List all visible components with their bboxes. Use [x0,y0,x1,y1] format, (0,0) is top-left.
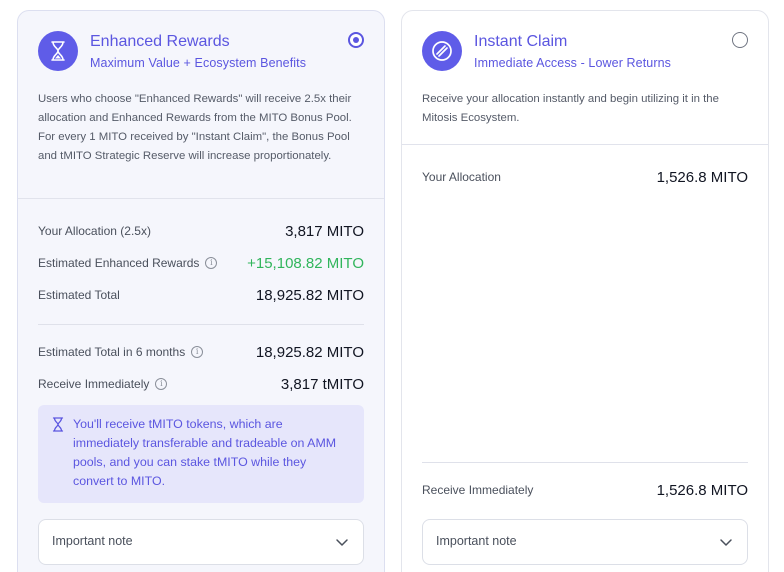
card-description: Receive your allocation instantly and be… [422,93,719,124]
info-icon[interactable]: i [205,257,218,269]
instant-claim-card[interactable]: Instant Claim Immediate Access - Lower R… [401,10,769,572]
row-value: 3,817 MITO [285,222,364,240]
chevron-down-icon [719,535,733,554]
hourglass-icon [52,417,64,437]
important-note-dropdown[interactable]: Important note [422,519,748,565]
enhanced-rewards-radio[interactable] [348,32,364,48]
divider [18,198,384,199]
enhanced-rewards-card[interactable]: Enhanced Rewards Maximum Value + Ecosyst… [17,10,385,572]
card-subtitle: Maximum Value + Ecosystem Benefits [90,56,307,70]
info-icon[interactable]: i [155,378,168,390]
chevron-down-icon [335,535,349,554]
card-title: Instant Claim [474,33,568,50]
estimated-total-row: Estimated Total 18,925.82 MITO [38,285,364,305]
allocation-row: Your Allocation 1,526.8 MITO [422,167,748,187]
divider [38,324,364,325]
card-subtitle: Immediate Access - Lower Returns [474,56,672,70]
row-value: +15,108.82 MITO [247,254,364,272]
row-value: 1,526.8 MITO [656,481,748,499]
receive-immediately-row: Receive Immediately 1,526.8 MITO [422,480,748,500]
row-label: Estimated Total in 6 months [38,345,186,359]
instant-claim-icon [422,31,462,71]
row-label: Estimated Total [38,288,120,302]
allocation-row: Your Allocation (2.5x) 3,817 MITO [38,221,364,241]
row-label: Receive Immediately [38,377,150,391]
row-label: Estimated Enhanced Rewards [38,256,200,270]
info-icon[interactable]: i [191,346,204,358]
hourglass-icon [38,31,78,71]
divider [422,462,748,463]
row-value: 18,925.82 MITO [255,343,364,361]
important-note-dropdown[interactable]: Important note [38,519,364,565]
tmito-notice: You'll receive tMITO tokens, which are i… [38,405,364,503]
row-label: Your Allocation (2.5x) [38,224,151,238]
row-value: 18,925.82 MITO [255,286,364,304]
estimated-total-6-months-row: Estimated Total in 6 months i 18,925.82 … [38,342,364,362]
notice-text: You'll receive tMITO tokens, which are i… [73,417,337,488]
dropdown-label: Important note [52,534,133,548]
row-value: 1,526.8 MITO [656,168,748,186]
divider [402,144,768,145]
instant-claim-radio[interactable] [732,32,748,48]
receive-immediately-row: Receive Immediately i 3,817 tMITO [38,374,364,394]
row-value: 3,817 tMITO [280,375,364,393]
enhanced-rewards-row: Estimated Enhanced Rewards i +15,108.82 … [38,253,364,273]
card-description: Users who choose "Enhanced Rewards" will… [38,93,352,162]
row-label: Receive Immediately [422,483,534,497]
row-label: Your Allocation [422,170,501,184]
dropdown-label: Important note [436,534,517,548]
card-title: Enhanced Rewards [90,33,230,50]
